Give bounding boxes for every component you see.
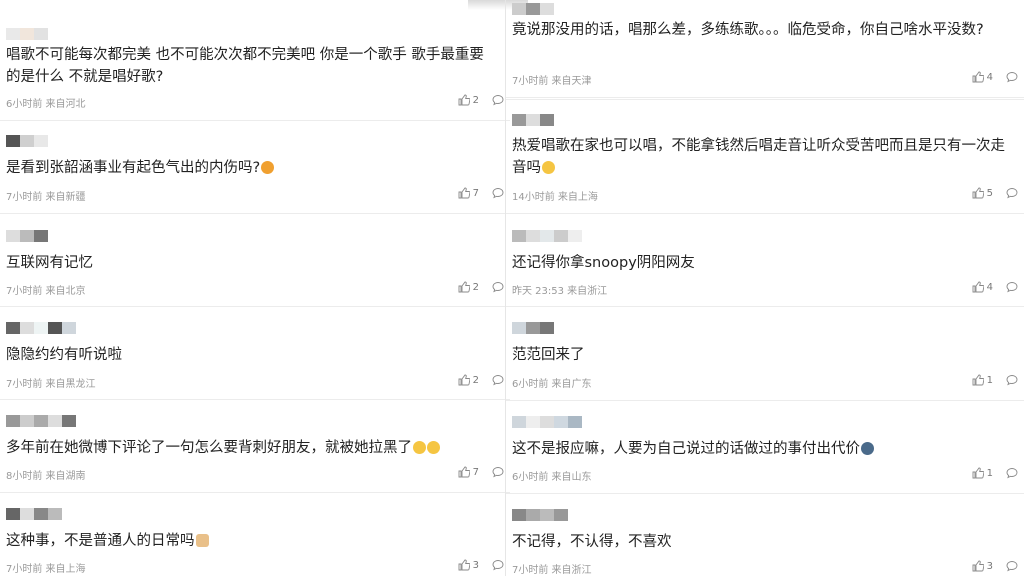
thumbs-up-icon[interactable] — [972, 71, 984, 83]
avatar-username-blurred — [6, 415, 76, 427]
thumbs-up-icon[interactable] — [972, 281, 984, 293]
comment-meta: 7小时前 来自新疆 — [6, 192, 86, 203]
thumbs-up-icon[interactable] — [458, 466, 470, 478]
comment-meta: 6小时前 来自河北 — [6, 99, 86, 110]
avatar-username-blurred — [512, 114, 554, 126]
like-count: 3 — [472, 559, 479, 571]
globe-emoji-icon — [861, 442, 874, 455]
comment-item: 还记得你拿snoopy阴阳网友 昨天 23:53 来自浙江 4 — [506, 213, 1024, 307]
comment-bubble-icon[interactable] — [1006, 187, 1018, 199]
like-count: 7 — [472, 466, 479, 478]
comment-meta: 7小时前 来自天津 — [512, 76, 592, 87]
avatar-username-blurred — [512, 322, 554, 334]
comment-text: 不记得，不认得，不喜欢 — [512, 534, 672, 550]
avatar-username-blurred — [512, 3, 554, 15]
comment-item: 隐隐约约有听说啦 7小时前 来自黑龙江 2 — [0, 307, 510, 400]
smile-emoji-icon — [427, 441, 440, 454]
comment-bubble-icon[interactable] — [492, 374, 504, 386]
comment-meta: 昨天 23:53 来自浙江 — [512, 286, 608, 297]
comment-text: 隐隐约约有听说啦 — [6, 347, 122, 363]
thumbs-up-icon[interactable] — [972, 187, 984, 199]
avatar-username-blurred — [6, 28, 48, 40]
comment-text: 互联网有记忆 — [6, 255, 93, 271]
like-count: 4 — [986, 281, 993, 293]
comment-bubble-icon[interactable] — [1006, 71, 1018, 83]
avatar-username-blurred — [512, 416, 582, 428]
comment-bubble-icon[interactable] — [1006, 374, 1018, 386]
angry-face-emoji-icon — [261, 161, 275, 174]
comment-bubble-icon[interactable] — [492, 94, 504, 106]
comment-column-left: 唱歌不可能每次都完美 也不可能次次都不完美吧 你是一个歌手 歌手最重要的是什么 … — [0, 0, 510, 576]
comment-text: 是看到张韶涵事业有起色气出的内伤吗? — [6, 157, 498, 179]
avatar-username-blurred — [6, 508, 62, 520]
thumbs-up-icon[interactable] — [458, 94, 470, 106]
comment-column-right: 竟说那没用的话，唱那么差，多练练歌。。。临危受命，你自己啥水平没数? 7小时前 … — [506, 0, 1024, 576]
like-count: 2 — [472, 94, 479, 106]
comment-bubble-icon[interactable] — [492, 466, 504, 478]
thumbs-up-icon[interactable] — [458, 281, 470, 293]
comment-text: 还记得你拿snoopy阴阳网友 — [512, 255, 695, 271]
comment-text: 唱歌不可能每次都完美 也不可能次次都不完美吧 你是一个歌手 歌手最重要的是什么 … — [6, 47, 484, 85]
thumbs-up-icon[interactable] — [972, 467, 984, 479]
like-count: 7 — [472, 187, 479, 199]
comment-meta: 7小时前 来自上海 — [6, 564, 86, 575]
like-count: 1 — [986, 467, 993, 479]
comment-text: 多年前在她微博下评论了一句怎么要背刺好朋友，就被她拉黑了 — [6, 437, 498, 459]
avatar-username-blurred — [6, 230, 48, 242]
thumbs-up-icon[interactable] — [458, 559, 470, 571]
comment-item: 多年前在她微博下评论了一句怎么要背刺好朋友，就被她拉黑了 8小时前 来自湖南 7 — [0, 400, 510, 493]
smile-emoji-icon — [413, 441, 426, 454]
thumbs-up-icon[interactable] — [972, 560, 984, 572]
comment-meta: 8小时前 来自湖南 — [6, 471, 86, 482]
thumbs-up-icon[interactable] — [458, 187, 470, 199]
comment-meta: 14小时前 来自上海 — [512, 192, 598, 203]
comment-item: 范范回来了 6小时前 来自广东 1 — [506, 306, 1024, 401]
comment-meta: 6小时前 来自广东 — [512, 379, 592, 390]
comment-bubble-icon[interactable] — [1006, 281, 1018, 293]
avatar-username-blurred — [512, 230, 582, 242]
like-count: 2 — [472, 281, 479, 293]
avatar-username-blurred — [6, 135, 48, 147]
laughing-emoji-icon — [542, 161, 555, 174]
comment-bubble-icon[interactable] — [492, 281, 504, 293]
comment-item: 这不是报应嘛，人要为自己说过的话做过的事付出代价 6小时前 来自山东 1 — [506, 400, 1024, 494]
comment-item: 这种事，不是普通人的日常吗 7小时前 来自上海 3 — [0, 493, 510, 576]
comment-text: 热爱唱歌在家也可以唱，不能拿钱然后唱走音让听众受苦吧而且是只有一次走音吗 — [512, 138, 1005, 176]
comment-meta: 6小时前 来自山东 — [512, 472, 592, 483]
comment-item: 互联网有记忆 7小时前 来自北京 2 — [0, 214, 510, 307]
comment-bubble-icon[interactable] — [1006, 560, 1018, 572]
comment-text: 范范回来了 — [512, 347, 585, 363]
avatar-username-blurred — [512, 509, 568, 521]
avatar-username-blurred — [6, 322, 76, 334]
like-count: 2 — [472, 374, 479, 386]
comment-item: 热爱唱歌在家也可以唱，不能拿钱然后唱走音让听众受苦吧而且是只有一次走音吗 14小… — [506, 99, 1024, 214]
comment-text: 这种事，不是普通人的日常吗 — [6, 530, 498, 552]
like-count: 4 — [986, 71, 993, 83]
like-count: 1 — [986, 374, 993, 386]
like-count: 5 — [986, 187, 993, 199]
comment-text: 竟说那没用的话，唱那么差，多练练歌。。。临危受命，你自己啥水平没数? — [512, 22, 984, 38]
comment-meta: 7小时前 来自黑龙江 — [6, 379, 96, 390]
comment-item: 不记得，不认得，不喜欢 7小时前 来自浙江 3 — [506, 493, 1024, 577]
thumbs-up-icon[interactable] — [972, 374, 984, 386]
comment-meta: 7小时前 来自北京 — [6, 286, 86, 297]
dog-emoji-icon — [195, 534, 209, 547]
comment-meta: 7小时前 来自浙江 — [512, 565, 592, 576]
comment-text: 这不是报应嘛，人要为自己说过的话做过的事付出代价 — [512, 438, 1012, 460]
comment-item: 唱歌不可能每次都完美 也不可能次次都不完美吧 你是一个歌手 歌手最重要的是什么 … — [0, 6, 510, 121]
comment-bubble-icon[interactable] — [1006, 467, 1018, 479]
comment-bubble-icon[interactable] — [492, 187, 504, 199]
comment-item: 是看到张韶涵事业有起色气出的内伤吗? 7小时前 来自新疆 7 — [0, 121, 510, 214]
comment-bubble-icon[interactable] — [492, 559, 504, 571]
comment-item: 竟说那没用的话，唱那么差，多练练歌。。。临危受命，你自己啥水平没数? 7小时前 … — [506, 0, 1024, 98]
like-count: 3 — [986, 560, 993, 572]
thumbs-up-icon[interactable] — [458, 374, 470, 386]
